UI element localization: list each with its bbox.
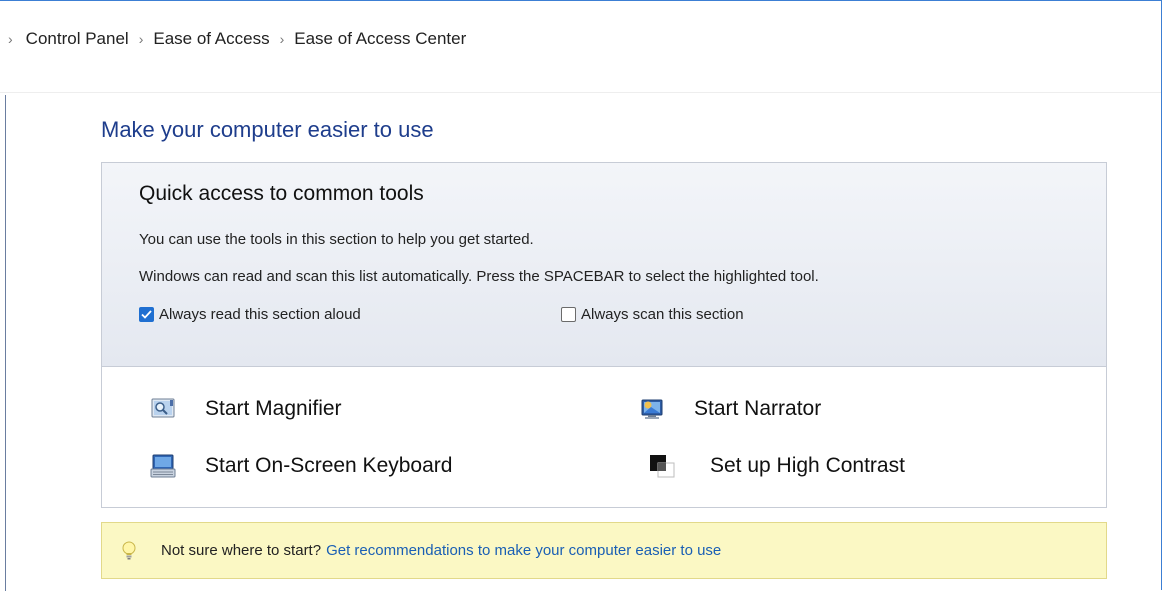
start-narrator-label: Start Narrator bbox=[694, 397, 822, 420]
start-narrator-link[interactable]: Start Narrator bbox=[639, 396, 821, 422]
magnifier-icon bbox=[150, 396, 176, 422]
get-recommendations-link[interactable]: Get recommendations to make your compute… bbox=[326, 542, 721, 559]
tip-text: Not sure where to start? bbox=[161, 542, 322, 559]
chevron-right-icon: › bbox=[279, 31, 285, 47]
chevron-right-icon: › bbox=[138, 31, 144, 47]
read-aloud-label: Always read this section aloud bbox=[159, 306, 361, 323]
breadcrumb-ease-of-access-center[interactable]: Ease of Access Center bbox=[294, 29, 466, 49]
chevron-right-icon: › bbox=[8, 31, 13, 47]
set-up-high-contrast-label: Set up High Contrast bbox=[710, 454, 905, 477]
start-on-screen-keyboard-label: Start On-Screen Keyboard bbox=[205, 454, 453, 477]
breadcrumb-control-panel[interactable]: Control Panel bbox=[26, 29, 129, 49]
quick-access-title: Quick access to common tools bbox=[139, 182, 424, 205]
start-magnifier-link[interactable]: Start Magnifier bbox=[150, 396, 342, 422]
breadcrumb-ease-of-access[interactable]: Ease of Access bbox=[153, 29, 269, 49]
scan-checkbox[interactable] bbox=[561, 307, 576, 322]
breadcrumb-row: › Control Panel › Ease of Access › Ease … bbox=[8, 29, 466, 49]
set-up-high-contrast-link[interactable]: Set up High Contrast bbox=[649, 453, 905, 479]
quick-access-header: Quick access to common tools You can use… bbox=[102, 163, 1106, 367]
quick-access-panel: Quick access to common tools You can use… bbox=[101, 162, 1107, 508]
high-contrast-icon bbox=[649, 453, 675, 479]
keyboard-icon bbox=[150, 453, 176, 479]
scan-label: Always scan this section bbox=[581, 306, 744, 323]
narrator-icon bbox=[639, 396, 665, 422]
quick-access-description: You can use the tools in this section to… bbox=[139, 231, 534, 248]
scan-checkbox-row[interactable]: Always scan this section bbox=[561, 306, 744, 323]
start-magnifier-label: Start Magnifier bbox=[205, 397, 342, 420]
start-on-screen-keyboard-link[interactable]: Start On-Screen Keyboard bbox=[150, 453, 452, 479]
window-left-edge bbox=[5, 95, 6, 591]
lightbulb-icon bbox=[122, 541, 136, 561]
read-aloud-checkbox[interactable] bbox=[139, 307, 154, 322]
read-aloud-checkbox-row[interactable]: Always read this section aloud bbox=[139, 306, 361, 323]
breadcrumb: › Control Panel › Ease of Access › Ease … bbox=[0, 0, 1161, 93]
page-title: Make your computer easier to use bbox=[101, 117, 434, 142]
quick-access-scan-description: Windows can read and scan this list auto… bbox=[139, 268, 819, 285]
checkmark-icon bbox=[141, 310, 152, 319]
tip-bar: Not sure where to start? Get recommendat… bbox=[101, 522, 1107, 579]
